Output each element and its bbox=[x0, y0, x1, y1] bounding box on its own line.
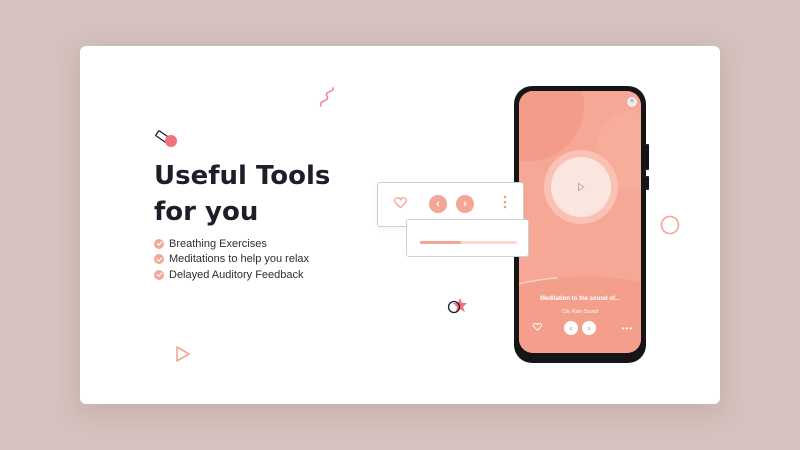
heart-icon[interactable] bbox=[533, 323, 542, 331]
circle-star-decoration-icon bbox=[447, 298, 467, 314]
more-vertical-icon[interactable] bbox=[503, 195, 507, 209]
phone-mockup: × Meditation to the sound of... City Rai… bbox=[514, 86, 649, 363]
phone-side-button bbox=[646, 176, 649, 190]
check-icon bbox=[154, 254, 164, 265]
check-icon bbox=[154, 238, 164, 249]
play-disc[interactable] bbox=[544, 150, 618, 224]
heart-icon[interactable] bbox=[394, 197, 407, 209]
feature-item-meditations: Meditations to help you relax bbox=[154, 252, 309, 268]
feature-label: Breathing Exercises bbox=[169, 237, 267, 250]
eraser-decoration-icon bbox=[155, 130, 177, 147]
feature-item-breathing: Breathing Exercises bbox=[154, 236, 309, 252]
feature-list: Breathing Exercises Meditations to help … bbox=[154, 236, 309, 283]
close-button[interactable]: × bbox=[627, 97, 637, 107]
phone-screen: × Meditation to the sound of... City Rai… bbox=[519, 91, 641, 353]
title-line-2: for you bbox=[154, 197, 259, 227]
title-line-1: Useful Tools bbox=[154, 161, 331, 191]
page-title: Useful Tools for you bbox=[154, 158, 330, 230]
ring-decoration-icon bbox=[660, 215, 680, 235]
next-track-button[interactable]: › bbox=[582, 321, 596, 335]
progress-card bbox=[406, 219, 529, 257]
more-options-icon[interactable]: ••• bbox=[622, 325, 633, 333]
play-triangle-decoration-icon bbox=[176, 346, 190, 362]
track-subtitle: City Rain Sound bbox=[561, 309, 599, 315]
feature-item-auditory-feedback: Delayed Auditory Feedback bbox=[154, 267, 309, 283]
check-icon bbox=[154, 269, 164, 280]
phone-side-button bbox=[646, 144, 649, 170]
feature-label: Meditations to help you relax bbox=[169, 253, 310, 266]
progress-bar[interactable] bbox=[420, 241, 517, 244]
track-title: Meditation to the sound of... bbox=[540, 296, 620, 302]
squiggle-decoration-icon bbox=[319, 87, 334, 107]
hero-card: Useful Tools for you Breathing Exercises… bbox=[80, 46, 720, 404]
play-disc-inner bbox=[551, 157, 611, 217]
play-icon bbox=[578, 183, 585, 191]
feature-label: Delayed Auditory Feedback bbox=[169, 268, 304, 281]
previous-track-button[interactable]: ‹ bbox=[564, 321, 578, 335]
progress-bar-fill bbox=[420, 241, 461, 244]
previous-button[interactable]: ‹ bbox=[429, 195, 447, 213]
next-button[interactable]: › bbox=[456, 195, 474, 213]
